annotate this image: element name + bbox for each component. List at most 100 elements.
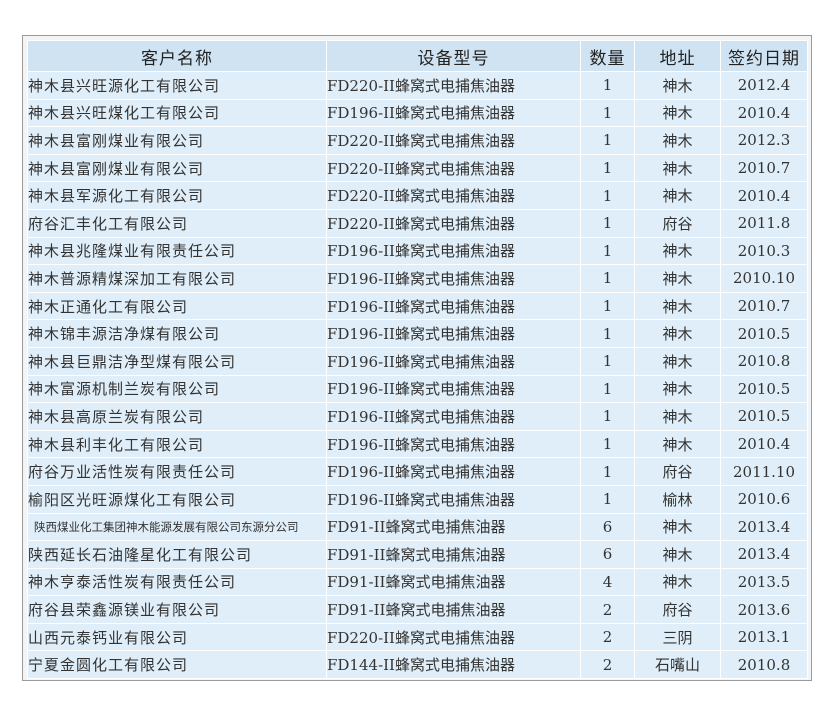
- cell-quantity: 4: [580, 567, 635, 597]
- table-row: 神木县兴旺源化工有限公司 FD220-II蜂窝式电捕焦油器 1 神木 2012.4: [27, 71, 808, 100]
- cell-quantity: 6: [580, 512, 635, 542]
- cell-quantity: 6: [580, 540, 635, 569]
- table-row: 府谷万业活性炭有限责任公司 FD196-II蜂窝式电捕焦油器 1 府谷 2011.10: [27, 457, 808, 486]
- cell-customer-name: 神木县军源化工有限公司: [27, 181, 327, 210]
- table-row: 神木富源机制兰炭有限公司 FD196-II蜂窝式电捕焦油器 1 神木 2010.5: [27, 374, 808, 404]
- table-row: 陕西延长石油隆星化工有限公司 FD91-II蜂窝式电捕焦油器 6 神木 2013.4: [27, 540, 808, 569]
- cell-equipment-model: FD220-II蜂窝式电捕焦油器: [326, 208, 581, 238]
- cell-address: 神木: [634, 374, 721, 404]
- cell-equipment-model: FD196-II蜂窝式电捕焦油器: [326, 429, 581, 459]
- cell-equipment-model: FD220-II蜂窝式电捕焦油器: [326, 71, 581, 100]
- cell-customer-name: 神木县利丰化工有限公司: [27, 429, 327, 459]
- cell-contract-date: 2010.4: [720, 181, 808, 210]
- cell-address: 三阴: [634, 622, 721, 652]
- cell-quantity: 1: [580, 236, 635, 266]
- cell-contract-date: 2010.6: [720, 484, 808, 514]
- cell-customer-name: 神木县高原兰炭有限公司: [27, 402, 327, 431]
- table-row: 神木县兆隆煤业有限责任公司 FD196-II蜂窝式电捕焦油器 1 神木 2010.3: [27, 236, 808, 266]
- table-row: 神木县兴旺煤化工有限公司 FD196-II蜂窝式电捕焦油器 1 神木 2010.4: [27, 98, 808, 128]
- cell-quantity: 1: [580, 374, 635, 404]
- cell-quantity: 1: [580, 71, 635, 100]
- cell-customer-name: 山西元泰钙业有限公司: [27, 622, 327, 652]
- table-row: 神木县富刚煤业有限公司 FD220-II蜂窝式电捕焦油器 1 神木 2012.3: [27, 126, 808, 155]
- cell-equipment-model: FD196-II蜂窝式电捕焦油器: [326, 457, 581, 486]
- cell-contract-date: 2013.4: [720, 540, 808, 569]
- cell-address: 榆林: [634, 484, 721, 514]
- cell-contract-date: 2012.3: [720, 126, 808, 155]
- cell-equipment-model: FD91-II蜂窝式电捕焦油器: [326, 540, 581, 569]
- cell-quantity: 1: [580, 457, 635, 486]
- cell-quantity: 1: [580, 291, 635, 321]
- cell-customer-name: 神木富源机制兰炭有限公司: [27, 374, 327, 404]
- cell-address: 神木: [634, 153, 721, 183]
- cell-address: 石嘴山: [634, 650, 721, 680]
- cell-customer-name: 府谷汇丰化工有限公司: [27, 208, 327, 238]
- cell-contract-date: 2012.4: [720, 71, 808, 100]
- cell-quantity: 1: [580, 429, 635, 459]
- table-row: 宁夏金圆化工有限公司 FD144-II蜂窝式电捕焦油器 2 石嘴山 2010.8: [27, 650, 808, 680]
- cell-equipment-model: FD196-II蜂窝式电捕焦油器: [326, 98, 581, 128]
- cell-contract-date: 2013.4: [720, 512, 808, 542]
- cell-address: 神木: [634, 346, 721, 376]
- cell-contract-date: 2010.4: [720, 429, 808, 459]
- cell-quantity: 1: [580, 208, 635, 238]
- cell-address: 神木: [634, 567, 721, 597]
- cell-contract-date: 2010.5: [720, 319, 808, 348]
- cell-customer-name: 神木锦丰源洁净煤有限公司: [27, 319, 327, 348]
- cell-contract-date: 2011.8: [720, 208, 808, 238]
- cell-customer-name: 神木普源精煤深加工有限公司: [27, 264, 327, 293]
- cell-customer-name: 神木县兴旺源化工有限公司: [27, 71, 327, 100]
- cell-equipment-model: FD91-II蜂窝式电捕焦油器: [326, 512, 581, 542]
- table-row: 神木亨泰活性炭有限责任公司 FD91-II蜂窝式电捕焦油器 4 神木 2013.5: [27, 567, 808, 597]
- cell-address: 府谷: [634, 595, 721, 624]
- cell-quantity: 1: [580, 319, 635, 348]
- cell-equipment-model: FD144-II蜂窝式电捕焦油器: [326, 650, 581, 680]
- cell-address: 神木: [634, 319, 721, 348]
- table-row: 神木县高原兰炭有限公司 FD196-II蜂窝式电捕焦油器 1 神木 2010.5: [27, 402, 808, 431]
- cell-contract-date: 2010.5: [720, 402, 808, 431]
- cell-equipment-model: FD220-II蜂窝式电捕焦油器: [326, 181, 581, 210]
- cell-quantity: 1: [580, 153, 635, 183]
- cell-customer-name: 神木正通化工有限公司: [27, 291, 327, 321]
- cell-equipment-model: FD91-II蜂窝式电捕焦油器: [326, 567, 581, 597]
- table-row: 神木县利丰化工有限公司 FD196-II蜂窝式电捕焦油器 1 神木 2010.4: [27, 429, 808, 459]
- header-contract-date: 签约日期: [720, 40, 808, 72]
- cell-customer-name: 神木县巨鼎洁净型煤有限公司: [27, 346, 327, 376]
- cell-contract-date: 2010.7: [720, 291, 808, 321]
- cell-quantity: 1: [580, 126, 635, 155]
- cell-customer-name: 陕西煤业化工集团神木能源发展有限公司东源分公司: [27, 512, 327, 542]
- cell-address: 神木: [634, 264, 721, 293]
- cell-equipment-model: FD196-II蜂窝式电捕焦油器: [326, 484, 581, 514]
- table-row: 山西元泰钙业有限公司 FD220-II蜂窝式电捕焦油器 2 三阴 2013.1: [27, 622, 808, 652]
- cell-customer-name: 宁夏金圆化工有限公司: [27, 650, 327, 680]
- cell-address: 神木: [634, 181, 721, 210]
- cell-quantity: 1: [580, 98, 635, 128]
- cell-equipment-model: FD196-II蜂窝式电捕焦油器: [326, 319, 581, 348]
- cell-equipment-model: FD220-II蜂窝式电捕焦油器: [326, 622, 581, 652]
- cell-quantity: 1: [580, 484, 635, 514]
- cell-equipment-model: FD220-II蜂窝式电捕焦油器: [326, 153, 581, 183]
- table-row: 神木普源精煤深加工有限公司 FD196-II蜂窝式电捕焦油器 1 神木 2010.10: [27, 264, 808, 293]
- cell-address: 神木: [634, 236, 721, 266]
- cell-customer-name: 府谷县荣鑫源镁业有限公司: [27, 595, 327, 624]
- cell-customer-name: 神木县富刚煤业有限公司: [27, 126, 327, 155]
- cell-contract-date: 2011.10: [720, 457, 808, 486]
- cell-quantity: 1: [580, 346, 635, 376]
- table-row: 陕西煤业化工集团神木能源发展有限公司东源分公司 FD91-II蜂窝式电捕焦油器 6 神…: [27, 512, 808, 542]
- cell-equipment-model: FD220-II蜂窝式电捕焦油器: [326, 126, 581, 155]
- table-row: 榆阳区光旺源煤化工有限公司 FD196-II蜂窝式电捕焦油器 1 榆林 2010.6: [27, 484, 808, 514]
- cell-address: 神木: [634, 291, 721, 321]
- cell-contract-date: 2013.6: [720, 595, 808, 624]
- cell-address: 神木: [634, 98, 721, 128]
- cell-address: 神木: [634, 429, 721, 459]
- cell-address: 神木: [634, 71, 721, 100]
- cell-quantity: 2: [580, 622, 635, 652]
- cell-contract-date: 2010.8: [720, 346, 808, 376]
- header-quantity: 数量: [580, 40, 635, 72]
- cell-address: 神木: [634, 512, 721, 542]
- table-row: 神木正通化工有限公司 FD196-II蜂窝式电捕焦油器 1 神木 2010.7: [27, 291, 808, 321]
- cell-address: 府谷: [634, 208, 721, 238]
- cell-address: 神木: [634, 540, 721, 569]
- table-header-row: 客户名称 设备型号 数量 地址 签约日期: [27, 40, 808, 72]
- cell-contract-date: 2010.8: [720, 650, 808, 680]
